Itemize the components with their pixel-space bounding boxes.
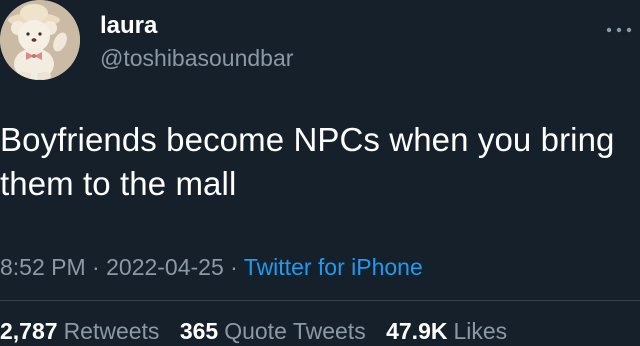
display-name[interactable]: laura: [100, 12, 157, 40]
retweets-label: Retweets: [63, 318, 160, 344]
tweet-stats: 2,787 Retweets 365 Quote Tweets 47.9K Likes: [0, 318, 521, 345]
user-handle[interactable]: @toshibasoundbar: [100, 45, 293, 72]
teddy-bear-avatar-icon: [0, 0, 80, 80]
retweets-count: 2,787: [0, 318, 58, 344]
more-horizontal-icon[interactable]: [602, 20, 636, 40]
likes-count: 47.9K: [386, 318, 448, 344]
tweet-time[interactable]: 8:52 PM: [0, 254, 86, 280]
avatar[interactable]: [0, 0, 80, 80]
tweet-date[interactable]: 2022-04-25: [106, 254, 224, 280]
tweet-text: Boyfriends become NPCs when you bring th…: [0, 121, 615, 202]
divider: [0, 300, 640, 301]
separator: ·: [92, 254, 107, 280]
likes-label: Likes: [453, 318, 508, 344]
likes-stat[interactable]: 47.9K Likes: [386, 318, 507, 344]
quote-tweets-label: Quote Tweets: [224, 318, 366, 344]
quote-tweets-stat[interactable]: 365 Quote Tweets: [180, 318, 366, 344]
tweet-source-link[interactable]: Twitter for iPhone: [244, 254, 423, 280]
quote-tweets-count: 365: [179, 318, 219, 344]
tweet-metadata: 8:52 PM · 2022-04-25 · Twitter for iPhon…: [0, 254, 423, 281]
separator: ·: [230, 254, 244, 280]
retweets-stat[interactable]: 2,787 Retweets: [0, 318, 159, 344]
